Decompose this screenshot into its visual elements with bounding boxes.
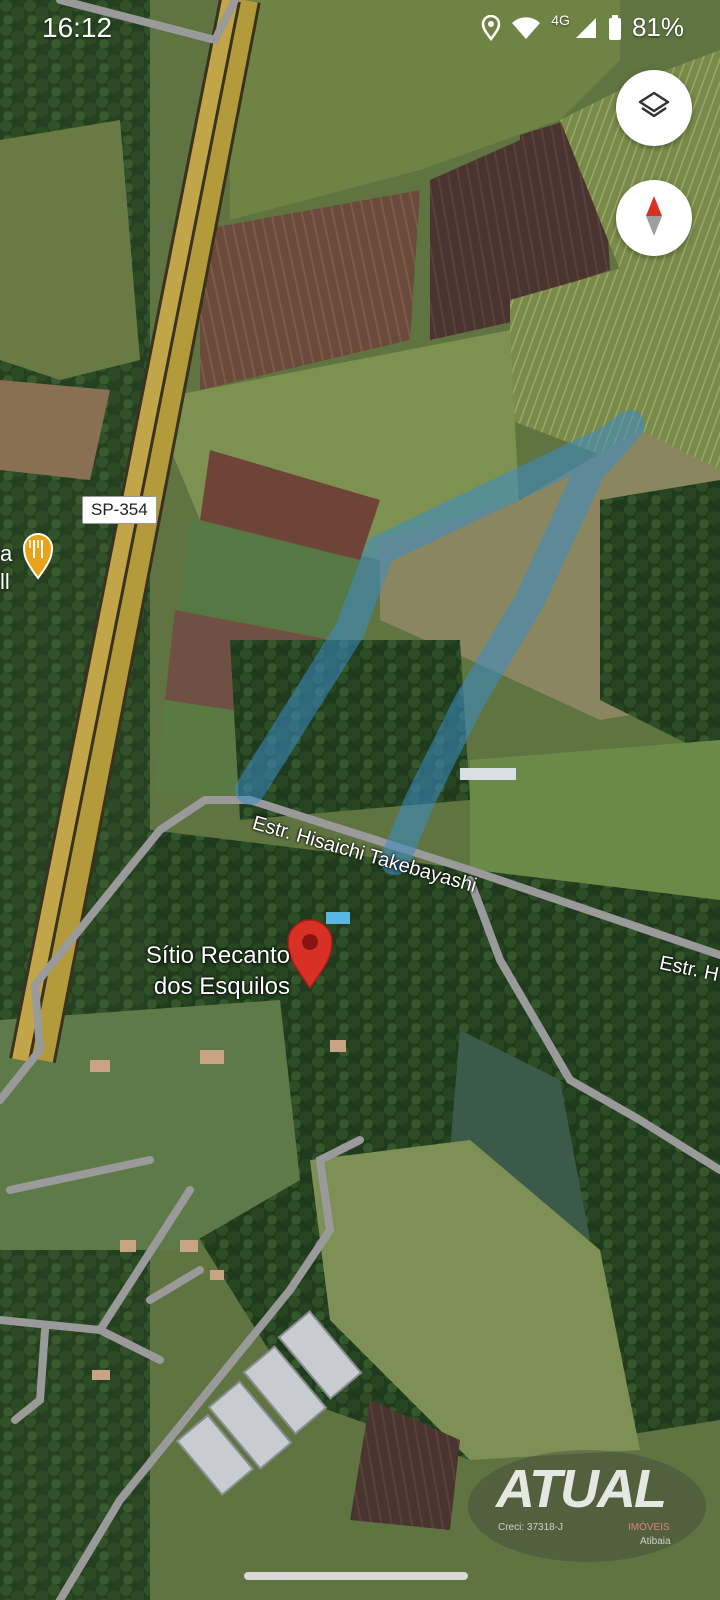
status-time: 16:12 bbox=[42, 12, 113, 43]
place-name-line1: Sítio Recanto bbox=[145, 942, 290, 969]
watermark-line3: Atibaia bbox=[640, 1536, 671, 1547]
poi-partial-label[interactable]: a ll bbox=[0, 540, 12, 596]
place-name-label[interactable]: Sítio Recanto dos Esquilos bbox=[100, 940, 290, 1002]
network-type: 4G bbox=[551, 11, 570, 28]
signal-icon bbox=[574, 16, 598, 40]
road-shield-label[interactable]: SP-354 bbox=[82, 496, 157, 524]
battery-icon bbox=[608, 14, 622, 41]
compass-button[interactable] bbox=[616, 180, 692, 256]
battery-percent: 81% bbox=[631, 12, 684, 42]
watermark-line2: IMÓVEIS bbox=[628, 1522, 670, 1533]
place-name-line2: dos Esquilos bbox=[153, 973, 290, 1000]
location-icon bbox=[481, 14, 501, 41]
compass-icon bbox=[641, 194, 667, 243]
watermark-brand: ATUAL bbox=[496, 1459, 667, 1519]
wifi-icon bbox=[511, 16, 541, 40]
watermark-logo: ATUAL Creci: 37318-J IMÓVEIS Atibaia bbox=[468, 1450, 706, 1562]
watermark-creci: Creci: 37318-J bbox=[498, 1522, 564, 1533]
poi-partial-line2: ll bbox=[0, 569, 10, 594]
satellite-map[interactable] bbox=[0, 0, 720, 1600]
status-bar: 16:12 4G 81% bbox=[0, 0, 720, 56]
layers-icon bbox=[637, 89, 671, 128]
layers-button[interactable] bbox=[616, 70, 692, 146]
status-icons: 4G 81% bbox=[481, 12, 684, 43]
poi-partial-line1: a bbox=[0, 541, 13, 566]
gesture-nav-bar[interactable] bbox=[244, 1572, 468, 1580]
